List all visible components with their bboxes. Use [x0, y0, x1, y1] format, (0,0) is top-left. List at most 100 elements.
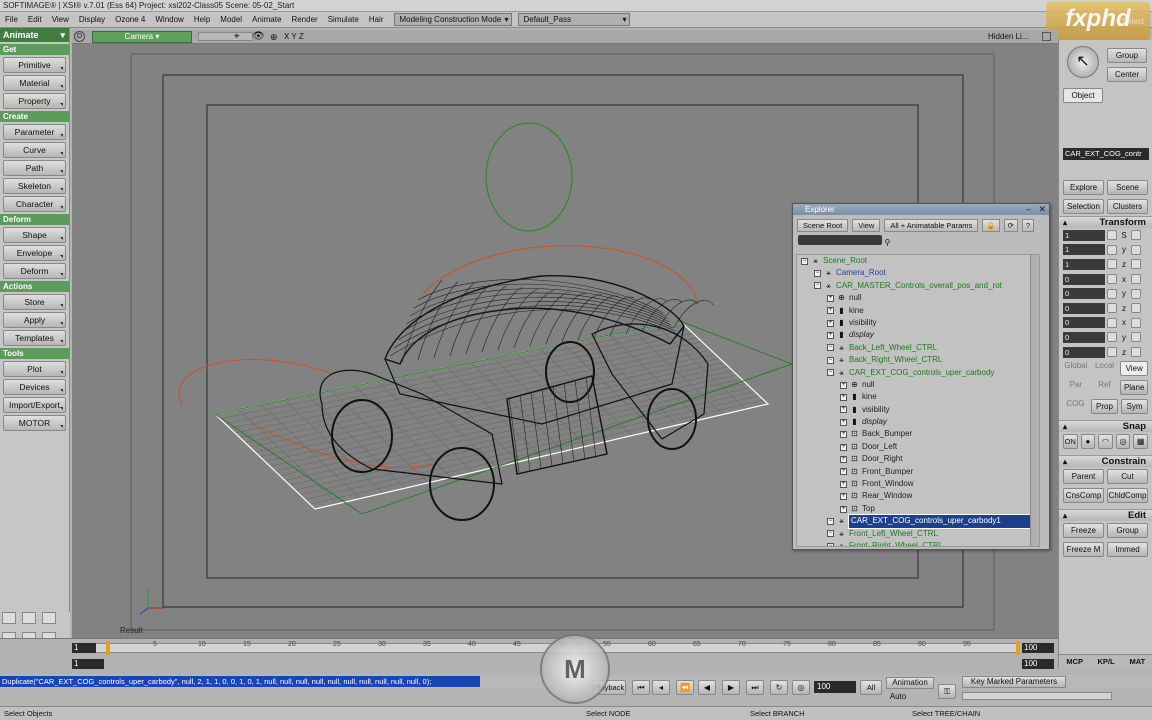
global-button[interactable]: Global [1063, 361, 1089, 376]
expand-toggle-icon[interactable]: + [827, 319, 834, 327]
filter-button[interactable]: All + Animatable Params [884, 218, 979, 232]
menu-animate[interactable]: Animate [247, 15, 286, 24]
translate-lock-icon[interactable] [1107, 347, 1117, 358]
section-create[interactable]: Create [0, 111, 69, 122]
import-export-button[interactable]: Import/Export [3, 397, 66, 413]
menu-simulate[interactable]: Simulate [323, 15, 364, 24]
menu-hair[interactable]: Hair [364, 15, 389, 24]
all-button[interactable]: All [860, 680, 882, 695]
plot-button[interactable]: Plot [3, 361, 66, 377]
cnscomp-button[interactable]: CnsComp [1063, 488, 1104, 504]
section-actions[interactable]: Actions [0, 281, 69, 292]
layout-split-icon[interactable] [22, 612, 36, 624]
menu-ozone-4[interactable]: Ozone 4 [110, 15, 150, 24]
forward-end-icon[interactable]: ⏭ [746, 680, 764, 695]
group-edit-button[interactable]: Group [1107, 523, 1148, 539]
curve-button[interactable]: Curve [3, 142, 66, 158]
tree-scrollbar[interactable] [1030, 255, 1039, 546]
scale-value-field[interactable]: 1 [1063, 244, 1105, 256]
expand-toggle-icon[interactable]: − [814, 270, 821, 278]
scale-axis-label[interactable]: S [1119, 231, 1129, 240]
snap-surface-icon[interactable]: ◎ [1115, 434, 1131, 450]
expand-toggle-icon[interactable]: + [840, 480, 847, 488]
shape-button[interactable]: Shape [3, 227, 66, 243]
tree-item[interactable]: + ⊡ Rear_Window [797, 490, 1039, 502]
tree-item[interactable]: + ⊡ Front_Bumper [797, 466, 1039, 478]
translate-anim-icon[interactable] [1131, 347, 1141, 358]
scale-value-field[interactable]: 1 [1063, 258, 1105, 270]
parent-button[interactable]: Parent [1063, 469, 1104, 485]
tree-item[interactable]: − ⚹ Scene_Root [797, 255, 1039, 267]
close-icon[interactable]: ✕ [1038, 204, 1046, 215]
expand-toggle-icon[interactable]: + [827, 294, 834, 302]
command-text[interactable]: Duplicate("CAR_EXT_COG_controls_uper_car… [0, 676, 480, 687]
motor-button[interactable]: MOTOR [3, 415, 66, 431]
layout-quad-icon[interactable] [42, 612, 56, 624]
expand-toggle-icon[interactable]: + [840, 406, 847, 414]
explore-button[interactable]: Explore [1063, 180, 1104, 195]
translate-lock-icon[interactable] [1107, 317, 1117, 328]
translate-anim-icon[interactable] [1131, 332, 1141, 343]
explorer-titlebar[interactable]: Explorer – ✕ [793, 204, 1049, 215]
refresh-icon[interactable]: ⟳ [1003, 218, 1018, 232]
group-button[interactable]: Group [1107, 48, 1147, 63]
frame-rate-field[interactable]: 100 [814, 681, 856, 693]
section-get[interactable]: Get [0, 44, 69, 55]
tree-item[interactable]: − ⚹ Front_Left_Wheel_CTRL [797, 528, 1039, 540]
rewind-icon[interactable]: ⏪ [676, 680, 694, 695]
deform-button[interactable]: Deform [3, 263, 66, 279]
rotate-anim-icon[interactable] [1131, 274, 1141, 285]
lock-icon[interactable]: ⊕ [270, 30, 278, 44]
prev-key-icon[interactable]: ⏮ [632, 680, 650, 695]
section-tools[interactable]: Tools [0, 348, 69, 359]
camera-icon[interactable]: ⌖ [234, 30, 240, 44]
end-frame-field-2[interactable]: 100 [1022, 659, 1054, 669]
loop-icon[interactable]: ↻ [770, 680, 788, 695]
view-button[interactable]: View [1120, 361, 1149, 377]
end-frame-field[interactable]: 100 [1022, 643, 1054, 653]
expand-toggle-icon[interactable]: − [827, 344, 834, 352]
current-frame-field[interactable]: 1 [72, 659, 104, 669]
cog-button[interactable]: COG [1063, 399, 1088, 414]
rotate-value-field[interactable]: 0 [1063, 288, 1105, 300]
tree-item[interactable]: − ⚹ CAR_EXT_COG_controls_uper_carbody [797, 367, 1039, 379]
translate-value-field[interactable]: 0 [1063, 331, 1105, 343]
rotate-anim-icon[interactable] [1131, 288, 1141, 299]
help-icon[interactable]: ? [1021, 218, 1035, 232]
axes-label[interactable]: X Y Z [284, 30, 304, 44]
tree-item[interactable]: + ▮ visibility [797, 317, 1039, 329]
envelope-button[interactable]: Envelope [3, 245, 66, 261]
rotate-value-field[interactable]: 0 [1063, 302, 1105, 314]
menu-edit[interactable]: Edit [23, 15, 47, 24]
construction-mode-dropdown[interactable]: Modeling Construction Mode [394, 13, 513, 26]
menu-model[interactable]: Model [215, 15, 247, 24]
eye-icon[interactable]: 👁 [252, 30, 265, 44]
expand-toggle-icon[interactable]: − [814, 282, 821, 290]
snap-on-button[interactable]: ON [1063, 434, 1078, 450]
menu-window[interactable]: Window [150, 15, 188, 24]
expand-toggle-icon[interactable]: − [827, 542, 834, 546]
tree-item[interactable]: − ⚹ Back_Left_Wheel_CTRL [797, 342, 1039, 354]
tab-mcp[interactable]: MCP [1059, 655, 1090, 668]
explorer-window[interactable]: Explorer – ✕ Scene Root View All + Anima… [792, 203, 1050, 550]
rotate-axis-label[interactable]: x [1119, 275, 1129, 284]
hidden-dropdown[interactable]: Hidden Li... [988, 30, 1028, 44]
tab-kp-l[interactable]: KP/L [1090, 655, 1121, 668]
transform-header[interactable]: Transform [1059, 216, 1152, 229]
tree-item[interactable]: + ▮ display [797, 329, 1039, 341]
scale-value-field[interactable]: 1 [1063, 229, 1105, 241]
translate-axis-label[interactable]: z [1119, 348, 1129, 357]
maximize-icon[interactable] [1042, 32, 1051, 41]
expand-toggle-icon[interactable]: + [840, 381, 847, 389]
translate-value-field[interactable]: 0 [1063, 317, 1105, 329]
auto-key-button[interactable]: Auto [886, 691, 910, 703]
lock-icon[interactable]: 🔒 [982, 218, 1000, 232]
rotate-anim-icon[interactable] [1131, 303, 1141, 314]
menu-file[interactable]: File [0, 15, 23, 24]
parameter-button[interactable]: Parameter [3, 124, 66, 140]
property-button[interactable]: Property [3, 93, 66, 109]
minimize-icon[interactable]: – [1026, 204, 1031, 215]
scale-anim-icon[interactable] [1131, 259, 1141, 270]
scale-anim-icon[interactable] [1131, 244, 1141, 255]
chldcomp-button[interactable]: ChldComp [1107, 488, 1148, 504]
